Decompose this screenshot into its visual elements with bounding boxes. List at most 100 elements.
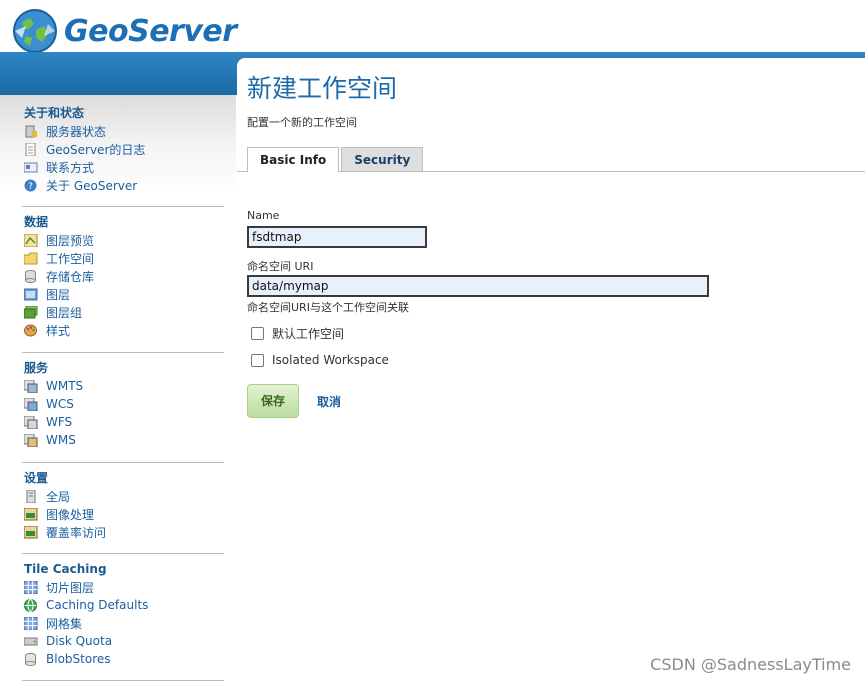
sidebar-item-label: 图层预览	[46, 233, 95, 248]
section-title: 数据	[24, 215, 49, 229]
sidebar-item-label: 切片图层	[46, 580, 95, 595]
default-workspace-row[interactable]: 默认工作空间	[251, 325, 344, 342]
sidebar-section-data: 数据 图层预览 工作空间 存储仓库 图层 图层组 样式	[23, 213, 224, 339]
sidebar-item-image-processing[interactable]: 图像处理	[23, 505, 224, 523]
service-icon	[23, 379, 38, 393]
globe-icon	[12, 8, 58, 54]
sidebar-item-disk-quota[interactable]: Disk Quota	[23, 632, 224, 650]
sidebar-item-styles[interactable]: 样式	[24, 321, 224, 339]
info-icon: ?	[24, 179, 38, 192]
layer-group-icon	[23, 305, 38, 319]
sidebar-item-label: GeoServer的日志	[46, 142, 146, 157]
sidebar-item-coverage-access[interactable]: 覆盖率访问	[23, 523, 224, 541]
name-label: Name	[247, 209, 280, 222]
sidebar-item-label: BlobStores	[46, 652, 111, 666]
sidebar-item-gridsets[interactable]: 网格集	[23, 614, 224, 632]
sidebar-item-about-geoserver[interactable]: ? 关于 GeoServer	[24, 176, 224, 194]
sidebar-divider	[22, 680, 224, 681]
namespace-uri-label: 命名空间 URI	[247, 260, 314, 273]
image-icon	[23, 525, 38, 539]
page-title: 新建工作空间	[247, 74, 398, 103]
sidebar-item-label: 覆盖率访问	[46, 525, 107, 540]
section-title: 关于和状态	[24, 106, 85, 120]
sidebar-item-label: 图层组	[46, 305, 83, 320]
isolated-workspace-checkbox[interactable]	[251, 353, 264, 367]
sidebar-divider	[22, 206, 224, 207]
section-title: 服务	[24, 361, 49, 375]
sidebar-item-caching-defaults[interactable]: Caching Defaults	[24, 596, 224, 614]
blobstore-icon	[24, 652, 38, 666]
namespace-uri-input[interactable]	[247, 275, 709, 297]
log-file-icon	[24, 142, 38, 156]
sidebar-item-label: 样式	[46, 323, 71, 338]
server-icon	[24, 489, 38, 503]
geoserver-logo[interactable]: GeoServer	[12, 8, 237, 54]
main-content: 新建工作空间 配置一个新的工作空间 Basic Info Security Na…	[237, 58, 865, 684]
sidebar-item-label: 服务器状态	[46, 124, 107, 139]
sidebar-section-tile-caching: Tile Caching 切片图层 Caching Defaults 网格集 D…	[23, 560, 224, 668]
grid-icon	[23, 580, 38, 594]
sidebar-item-tile-layers[interactable]: 切片图层	[23, 578, 224, 596]
sidebar-item-label: WMTS	[46, 379, 84, 393]
sidebar-item-label: Caching Defaults	[46, 598, 149, 612]
sidebar-section-about: 关于和状态 服务器状态 GeoServer的日志 联系方式 ? 关于 GeoSe…	[23, 104, 224, 194]
watermark: CSDN @SadnessLayTime	[650, 655, 851, 674]
service-icon	[23, 397, 38, 411]
sidebar-item-label: 关于 GeoServer	[46, 178, 138, 193]
sidebar-item-wmts[interactable]: WMTS	[23, 377, 224, 395]
save-button[interactable]: 保存	[247, 384, 299, 418]
sidebar-item-label: 网格集	[46, 616, 83, 631]
sidebar-item-wfs[interactable]: WFS	[23, 413, 224, 431]
sidebar-item-label: 全局	[46, 489, 71, 504]
folder-icon	[23, 252, 38, 265]
sidebar-item-layers[interactable]: 图层	[23, 285, 224, 303]
section-title: Tile Caching	[24, 562, 107, 576]
sidebar-divider	[22, 553, 224, 554]
contact-card-icon	[23, 161, 38, 174]
sidebar-divider	[22, 462, 224, 463]
sidebar-item-wcs[interactable]: WCS	[23, 395, 224, 413]
sidebar-item-label: 联系方式	[46, 160, 95, 175]
sidebar-item-label: 工作空间	[46, 251, 95, 266]
sidebar-item-label: 存储仓库	[46, 269, 95, 284]
default-workspace-checkbox[interactable]	[251, 327, 264, 340]
layer-preview-icon	[23, 233, 38, 247]
sidebar-item-workspaces[interactable]: 工作空间	[23, 249, 224, 267]
sidebar-item-server-status[interactable]: 服务器状态	[24, 122, 224, 140]
sidebar-item-label: WMS	[46, 433, 76, 447]
sidebar-item-wms[interactable]: WMS	[23, 431, 224, 449]
sidebar-item-layer-preview[interactable]: 图层预览	[23, 231, 224, 249]
tab-bar: Basic Info Security	[247, 147, 424, 172]
namespace-uri-hint: 命名空间URI与这个工作空间关联	[247, 301, 409, 314]
sidebar-item-layer-groups[interactable]: 图层组	[23, 303, 224, 321]
section-title: 设置	[24, 471, 49, 485]
sidebar-item-label: 图层	[46, 287, 71, 302]
grid-icon	[23, 616, 38, 630]
sidebar-item-stores[interactable]: 存储仓库	[24, 267, 224, 285]
database-icon	[24, 269, 38, 283]
sidebar-item-blobstores[interactable]: BlobStores	[24, 650, 224, 668]
sidebar-item-global[interactable]: 全局	[24, 487, 224, 505]
sidebar-item-label: Disk Quota	[46, 634, 113, 648]
sidebar-item-logs[interactable]: GeoServer的日志	[24, 140, 224, 158]
tab-security[interactable]: Security	[341, 147, 424, 172]
sidebar-item-label: WFS	[46, 415, 73, 429]
logo-text: GeoServer	[64, 13, 237, 49]
page-description: 配置一个新的工作空间	[247, 116, 357, 129]
sidebar-item-contact[interactable]: 联系方式	[23, 158, 224, 176]
sidebar-item-label: 图像处理	[46, 507, 95, 522]
cancel-link[interactable]: 取消	[317, 393, 341, 410]
disk-icon	[23, 635, 38, 648]
name-input[interactable]	[247, 226, 427, 248]
service-icon	[23, 433, 38, 447]
svg-text:?: ?	[28, 182, 33, 192]
isolated-workspace-label: Isolated Workspace	[272, 353, 389, 367]
globe-icon	[24, 598, 38, 612]
isolated-workspace-row[interactable]: Isolated Workspace	[251, 353, 389, 367]
tab-basic-info[interactable]: Basic Info	[247, 147, 340, 172]
image-icon	[23, 507, 38, 521]
sidebar-section-services: 服务 WMTS WCS WFS WMS	[23, 359, 224, 449]
palette-icon	[24, 324, 38, 337]
server-status-icon	[24, 125, 38, 138]
sidebar-divider	[22, 352, 224, 353]
